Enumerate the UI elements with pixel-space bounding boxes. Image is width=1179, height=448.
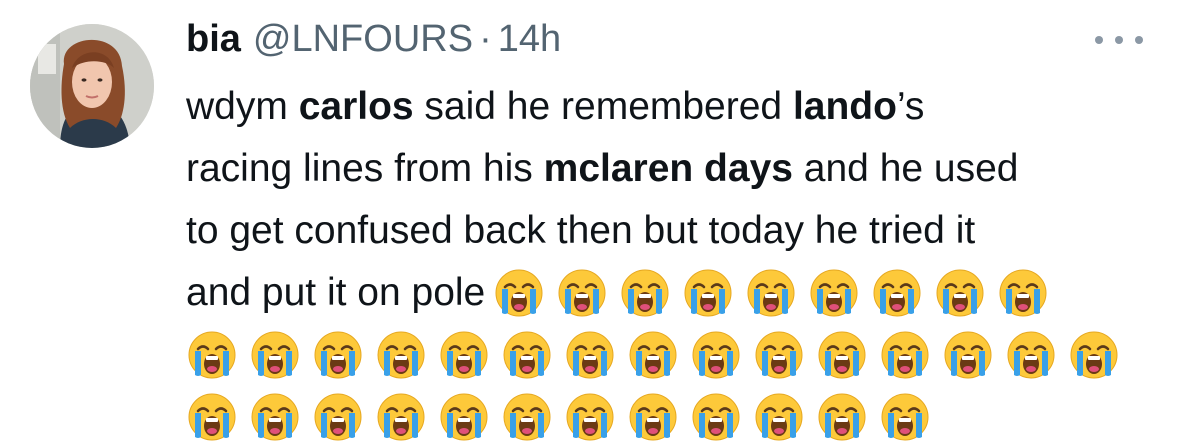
text-segment: and put it on pole bbox=[186, 271, 486, 314]
loudly-crying-face-emoji bbox=[753, 391, 805, 443]
loudly-crying-face-emoji bbox=[556, 267, 608, 319]
more-horizontal-icon bbox=[1095, 36, 1103, 44]
loudly-crying-face-emoji bbox=[745, 267, 797, 319]
loudly-crying-face-emoji bbox=[997, 267, 1049, 319]
loudly-crying-face-emoji bbox=[564, 329, 616, 381]
loudly-crying-face-emoji bbox=[682, 267, 734, 319]
more-dot bbox=[1135, 36, 1143, 44]
avatar[interactable] bbox=[30, 24, 154, 148]
loudly-crying-face-emoji bbox=[186, 329, 238, 381]
loudly-crying-face-emoji bbox=[942, 329, 994, 381]
loudly-crying-face-emoji bbox=[627, 391, 679, 443]
text-segment: said he remembered bbox=[413, 85, 793, 128]
text-segment: ’s bbox=[896, 85, 925, 128]
loudly-crying-face-emoji bbox=[186, 391, 238, 443]
tweet-header: bia @LNFOURS · 14h bbox=[186, 18, 561, 66]
loudly-crying-face-emoji bbox=[808, 267, 860, 319]
loudly-crying-face-emoji bbox=[501, 329, 553, 381]
tweet-text: wdym carlos said he remembered lando’s r… bbox=[186, 76, 1146, 448]
loudly-crying-face-emoji bbox=[879, 329, 931, 381]
text-segment: and he used bbox=[792, 147, 1019, 190]
more-dot bbox=[1115, 36, 1123, 44]
loudly-crying-face-emoji bbox=[375, 329, 427, 381]
loudly-crying-face-emoji bbox=[438, 329, 490, 381]
bold-text: carlos bbox=[298, 85, 414, 128]
loudly-crying-face-emoji bbox=[564, 391, 616, 443]
tweet-line-1: wdym carlos said he remembered lando’s bbox=[186, 76, 1146, 138]
loudly-crying-face-emoji bbox=[438, 391, 490, 443]
loudly-crying-face-emoji bbox=[1068, 329, 1120, 381]
loudly-crying-face-emoji bbox=[312, 391, 364, 443]
loudly-crying-face-emoji bbox=[816, 329, 868, 381]
bold-text: lando bbox=[792, 85, 897, 128]
loudly-crying-face-emoji bbox=[627, 329, 679, 381]
separator-dot: · bbox=[479, 18, 492, 60]
timestamp[interactable]: 14h bbox=[498, 18, 561, 61]
user-handle[interactable]: @LNFOURS bbox=[253, 18, 473, 61]
loudly-crying-face-emoji bbox=[871, 267, 923, 319]
tweet-line-3: to get confused back then but today he t… bbox=[186, 209, 976, 252]
loudly-crying-face-emoji bbox=[690, 391, 742, 443]
emoji-group bbox=[493, 267, 1060, 319]
loudly-crying-face-emoji bbox=[690, 329, 742, 381]
text-segment: wdym bbox=[186, 85, 299, 128]
loudly-crying-face-emoji bbox=[249, 329, 301, 381]
bold-text: mclaren days bbox=[543, 147, 793, 190]
loudly-crying-face-emoji bbox=[934, 267, 986, 319]
tweet-line-2: racing lines from his mclaren days and h… bbox=[186, 138, 1146, 200]
loudly-crying-face-emoji bbox=[879, 391, 931, 443]
display-name[interactable]: bia bbox=[186, 18, 241, 61]
tweet[interactable]: bia @LNFOURS · 14h wdym carlos said he r… bbox=[0, 0, 1179, 441]
loudly-crying-face-emoji bbox=[312, 329, 364, 381]
text-segment: racing lines from his bbox=[186, 147, 544, 190]
loudly-crying-face-emoji bbox=[753, 329, 805, 381]
loudly-crying-face-emoji bbox=[249, 391, 301, 443]
profile-photo-icon bbox=[30, 24, 154, 148]
emoji-row bbox=[186, 386, 1146, 448]
loudly-crying-face-emoji bbox=[375, 391, 427, 443]
loudly-crying-face-emoji bbox=[816, 391, 868, 443]
more-options-button[interactable] bbox=[1095, 28, 1143, 52]
loudly-crying-face-emoji bbox=[501, 391, 553, 443]
emoji-row bbox=[186, 324, 1146, 386]
loudly-crying-face-emoji bbox=[1005, 329, 1057, 381]
tweet-line-4: and put it on pole bbox=[186, 262, 1146, 324]
loudly-crying-face-emoji bbox=[493, 267, 545, 319]
loudly-crying-face-emoji bbox=[619, 267, 671, 319]
